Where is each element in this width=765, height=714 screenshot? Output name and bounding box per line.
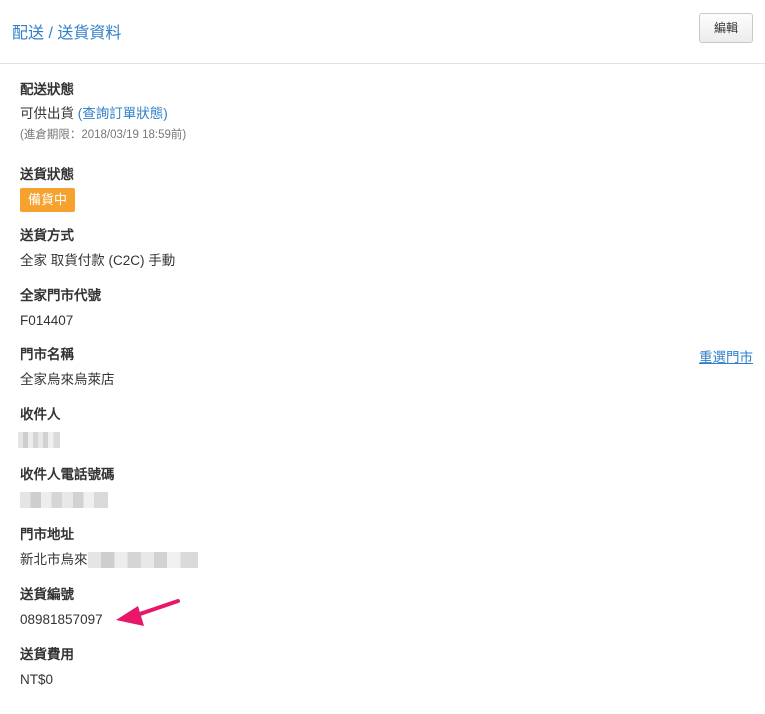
store-name-value: 全家烏來烏萊店 bbox=[20, 372, 115, 387]
shipping-method-label: 送貨方式 bbox=[20, 228, 74, 243]
recipient-phone-label: 收件人電話號碼 bbox=[20, 467, 115, 482]
store-code-value: F014407 bbox=[20, 313, 74, 328]
store-name-label: 門市名稱 bbox=[20, 347, 74, 362]
panel-header: 配送 / 送貨資料 編輯 bbox=[0, 0, 765, 64]
reselect-store-link[interactable]: 重選門市 bbox=[699, 346, 753, 366]
delivery-status-text: 可供出貨 bbox=[20, 106, 74, 121]
delivery-status-field: 配送狀態 可供出貨 (查詢訂單狀態) (進倉期限：2018/03/19 18:5… bbox=[20, 81, 186, 143]
tracking-number-label: 送貨編號 bbox=[20, 587, 74, 602]
store-address-field: 門市地址 新北市烏來 bbox=[20, 526, 198, 569]
recipient-phone-field: 收件人電話號碼 bbox=[20, 466, 115, 509]
annotation-arrow-icon bbox=[116, 599, 180, 626]
tracking-number-field: 送貨編號 08981857097 bbox=[20, 586, 103, 629]
redacted-recipient-name bbox=[18, 432, 60, 449]
tracking-number-value: 08981857097 bbox=[20, 612, 103, 627]
store-code-field: 全家門市代號 F014407 bbox=[20, 287, 101, 330]
store-address-label: 門市地址 bbox=[20, 527, 74, 542]
store-address-text: 新北市烏來 bbox=[20, 552, 88, 567]
redacted-store-address bbox=[87, 552, 198, 569]
delivery-status-value: 可供出貨 (查詢訂單狀態) bbox=[20, 105, 186, 123]
redacted-recipient-phone bbox=[20, 492, 108, 509]
store-address-value: 新北市烏來 bbox=[20, 551, 198, 569]
edit-button[interactable]: 編輯 bbox=[699, 13, 753, 43]
shipping-fee-field: 送貨費用 NT$0 bbox=[20, 646, 74, 689]
shipping-fee-label: 送貨費用 bbox=[20, 647, 74, 662]
recipient-label: 收件人 bbox=[20, 407, 61, 422]
shipping-method-value: 全家 取貨付款 (C2C) 手動 bbox=[20, 253, 176, 268]
page-title: 配送 / 送貨資料 bbox=[12, 25, 122, 42]
warehouse-deadline-note: (進倉期限：2018/03/19 18:59前) bbox=[20, 129, 187, 141]
store-name-field: 門市名稱 全家烏來烏萊店 bbox=[20, 346, 115, 389]
store-code-label: 全家門市代號 bbox=[20, 288, 101, 303]
shipping-status-label: 送貨狀態 bbox=[20, 167, 74, 182]
delivery-status-label: 配送狀態 bbox=[20, 82, 74, 97]
recipient-field: 收件人 bbox=[18, 406, 61, 449]
recipient-value bbox=[18, 431, 61, 449]
shipping-status-field: 送貨狀態 備貨中 bbox=[20, 166, 76, 212]
shipping-method-field: 送貨方式 全家 取貨付款 (C2C) 手動 bbox=[20, 227, 175, 270]
shipping-fee-value: NT$0 bbox=[20, 672, 54, 687]
check-order-status-link[interactable]: (查詢訂單狀態) bbox=[78, 106, 168, 121]
recipient-phone-value bbox=[20, 491, 115, 509]
status-badge: 備貨中 bbox=[20, 188, 76, 212]
